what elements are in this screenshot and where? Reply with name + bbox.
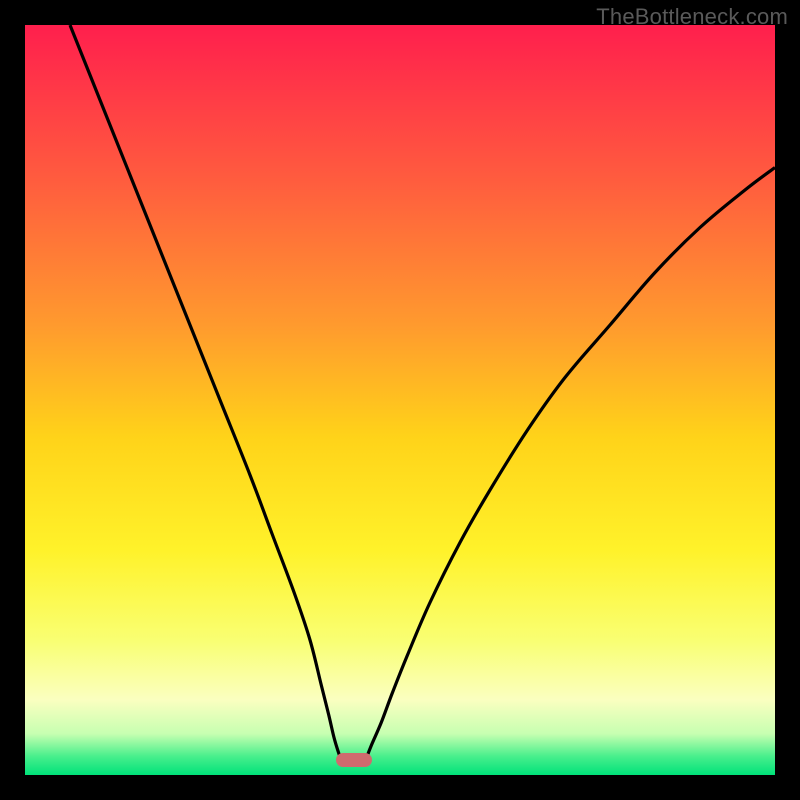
optimal-marker: [336, 753, 372, 767]
curves-layer: [25, 25, 775, 775]
watermark-text: TheBottleneck.com: [596, 4, 788, 30]
chart-frame: TheBottleneck.com: [0, 0, 800, 800]
plot-area: [25, 25, 775, 775]
curve-right-branch: [366, 168, 775, 759]
curve-left-branch: [70, 25, 341, 759]
